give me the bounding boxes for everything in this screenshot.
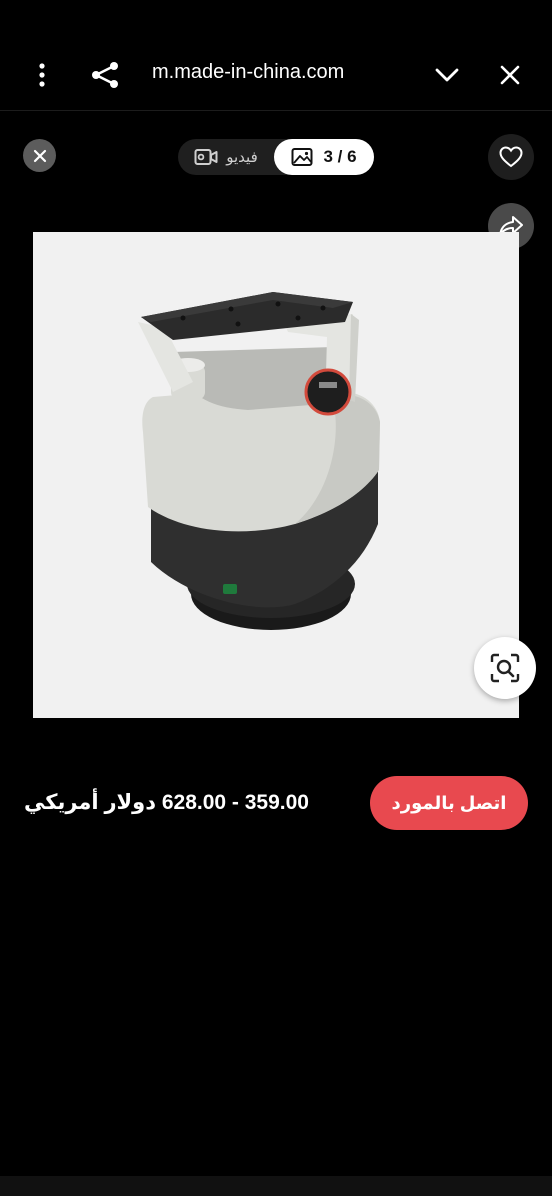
image-counter: 3 / 6 xyxy=(323,147,357,166)
tab-images[interactable]: 3 / 6 xyxy=(274,139,374,175)
collapse-button[interactable] xyxy=(427,55,467,95)
image-icon xyxy=(291,148,313,166)
dismiss-gallery-button[interactable] xyxy=(23,139,56,172)
close-icon xyxy=(33,149,46,162)
favorite-button[interactable] xyxy=(488,134,534,180)
more-options-button[interactable] xyxy=(22,55,62,95)
visual-search-button[interactable] xyxy=(474,637,536,699)
chevron-down-icon xyxy=(435,68,459,82)
price-range: 359.00 - 628.00 دولار أمريكي xyxy=(24,791,309,814)
share-icon xyxy=(92,62,118,88)
product-image[interactable] xyxy=(33,232,519,718)
url-text[interactable]: m.made-in-china.com xyxy=(152,61,344,84)
image-search-icon xyxy=(490,653,520,683)
more-vertical-icon xyxy=(39,63,45,87)
close-icon xyxy=(500,65,520,85)
heart-icon xyxy=(499,146,523,168)
video-icon xyxy=(194,149,218,165)
system-nav-bar xyxy=(0,1176,552,1196)
media-type-toggle: فيديو 3 / 6 xyxy=(178,139,374,175)
browser-toolbar: m.made-in-china.com xyxy=(0,0,552,111)
share-button[interactable] xyxy=(85,55,125,95)
close-tab-button[interactable] xyxy=(490,55,530,95)
video-tab-label: فيديو xyxy=(226,149,258,166)
tab-video[interactable]: فيديو xyxy=(178,139,274,175)
contact-supplier-button[interactable]: اتصل بالمورد xyxy=(370,776,528,830)
pan-tilt-head-illustration xyxy=(138,292,380,630)
